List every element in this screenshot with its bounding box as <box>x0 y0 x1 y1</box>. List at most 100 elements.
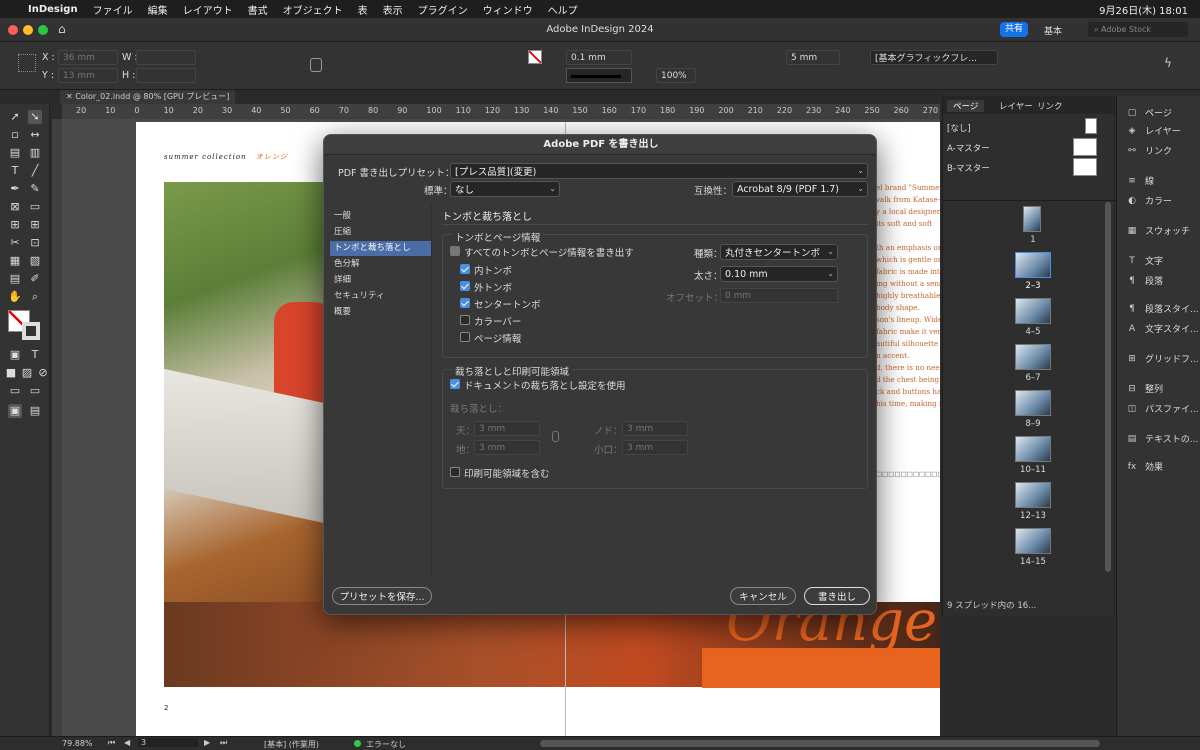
category-item[interactable]: 色分解 <box>330 257 431 272</box>
panel-swatches[interactable]: ▦ スウォッチ <box>1125 224 1190 238</box>
menu-window[interactable]: ウィンドウ <box>483 2 533 17</box>
category-item[interactable]: 一般 <box>330 209 431 224</box>
compat-select[interactable]: Acrobat 8/9 (PDF 1.7) ⌄ <box>732 181 868 197</box>
page-thumbnail[interactable] <box>1023 206 1041 232</box>
formatting-container-icon[interactable]: ▣ <box>8 348 22 362</box>
note-tool-icon[interactable]: ▤ <box>8 272 22 286</box>
panel-layers[interactable]: ◈ レイヤー <box>1125 124 1181 138</box>
menu-view[interactable]: 表示 <box>383 2 403 17</box>
pencil-tool-icon[interactable]: ✎ <box>28 182 42 196</box>
y-field[interactable]: 13 mm <box>58 68 118 83</box>
constrain-proportions-icon[interactable] <box>310 58 322 72</box>
last-page-icon[interactable]: ⏭ <box>220 738 227 748</box>
zoom-level[interactable]: 79.88% <box>62 739 93 748</box>
cancel-button[interactable]: キャンセル <box>730 587 796 605</box>
crop-marks-checkbox[interactable] <box>460 264 470 275</box>
menu-help[interactable]: ヘルプ <box>548 2 578 17</box>
menu-plugins[interactable]: プラグイン <box>418 2 468 17</box>
zoom-tool-icon[interactable]: ⌕ <box>28 290 42 304</box>
stroke-type-select[interactable] <box>566 68 632 83</box>
preflight-status[interactable]: エラーなし <box>366 739 406 750</box>
weight-select[interactable]: 0.10 mm ⌄ <box>720 266 838 282</box>
page-thumbnail[interactable] <box>1015 298 1051 324</box>
page-thumbnail[interactable] <box>1015 344 1051 370</box>
lightning-icon[interactable]: ϟ <box>1164 56 1172 70</box>
menu-edit[interactable]: 編集 <box>148 2 168 17</box>
x-field[interactable]: 36 mm <box>58 50 118 65</box>
line-tool-icon[interactable]: ╱ <box>28 164 42 178</box>
gradient-swatch-tool-icon[interactable]: ▦ <box>8 254 22 268</box>
object-style-select[interactable]: [基本グラフィックフレ... <box>870 50 998 65</box>
offset-field[interactable]: 0 mm <box>720 288 838 303</box>
inside-field[interactable]: 3 mm <box>622 421 688 436</box>
direct-selection-tool-icon[interactable]: ➘ <box>28 110 42 124</box>
formatting-text-icon[interactable]: T <box>28 348 42 362</box>
view-options-icon[interactable]: ▤ <box>28 404 42 418</box>
pages-scrollbar[interactable] <box>1105 202 1111 572</box>
w-field[interactable] <box>136 50 196 65</box>
panel-character[interactable]: T 文字 <box>1125 254 1163 268</box>
prev-page-icon[interactable]: ◀ <box>124 738 130 747</box>
menu-file[interactable]: ファイル <box>93 2 133 17</box>
panel-paragraph[interactable]: ¶ 段落 <box>1125 274 1163 288</box>
menu-object[interactable]: オブジェクト <box>283 2 343 17</box>
panel-align[interactable]: ⊟ 整列 <box>1125 382 1163 396</box>
selection-tool-icon[interactable]: ➚ <box>8 110 22 124</box>
page-thumbnail[interactable] <box>1015 528 1051 554</box>
rectangle-frame-tool-icon[interactable]: ⊠ <box>8 200 22 214</box>
vertical-ruler[interactable] <box>52 119 62 736</box>
panel-stroke[interactable]: ≡ 線 <box>1125 174 1154 188</box>
normal-view-icon[interactable]: ▭ <box>8 384 22 398</box>
content-collector-icon[interactable]: ▤ <box>8 146 22 160</box>
opacity-field[interactable]: 100% <box>656 68 696 83</box>
menu-table[interactable]: 表 <box>358 2 368 17</box>
grid-tool-icon[interactable]: ⊞ <box>28 218 42 232</box>
include-slug-checkbox[interactable] <box>450 467 460 478</box>
stroke-swatch[interactable] <box>528 50 542 64</box>
pen-tool-icon[interactable]: ✒ <box>8 182 22 196</box>
use-doc-bleed-checkbox[interactable] <box>450 379 460 390</box>
type-tool-icon[interactable]: T <box>8 164 22 178</box>
next-page-icon[interactable]: ▶ <box>204 738 210 747</box>
outside-field[interactable]: 3 mm <box>622 440 688 455</box>
stroke-weight-field[interactable]: 0.1 mm <box>566 50 632 65</box>
panel-links[interactable]: ⚯ リンク <box>1125 144 1172 158</box>
panel-grid-formats[interactable]: ⊞ グリッドフ... <box>1125 352 1198 366</box>
export-button[interactable]: 書き出し <box>804 587 870 605</box>
horizontal-scrollbar[interactable] <box>540 740 1100 747</box>
menu-type[interactable]: 書式 <box>248 2 268 17</box>
category-item[interactable]: 詳細 <box>330 273 431 288</box>
outer-marks-checkbox[interactable] <box>460 281 470 292</box>
apply-none-icon[interactable]: ⊘ <box>36 366 50 380</box>
document-tab[interactable]: ✕ Color_02.indd @ 80% [GPU プレビュー] <box>60 90 236 104</box>
panel-pathfinder[interactable]: ◫ パスファイ... <box>1125 402 1199 416</box>
table-tool-icon[interactable]: ⊞ <box>8 218 22 232</box>
page-thumbnail[interactable] <box>1015 252 1051 278</box>
page-thumbnail[interactable] <box>1015 436 1051 462</box>
master-a[interactable]: A-マスター <box>947 142 990 154</box>
page-tool-icon[interactable]: ▫ <box>8 128 22 142</box>
gradient-feather-tool-icon[interactable]: ▧ <box>28 254 42 268</box>
category-item[interactable]: セキュリティ <box>330 289 431 304</box>
tab-layers[interactable]: レイヤー <box>999 100 1033 112</box>
center-marks-checkbox[interactable] <box>460 298 470 309</box>
preflight-profile[interactable]: [基本] (作業用) <box>264 739 319 750</box>
all-marks-checkbox[interactable] <box>450 246 460 257</box>
color-bars-checkbox[interactable] <box>460 315 470 326</box>
free-transform-tool-icon[interactable]: ⊡ <box>28 236 42 250</box>
stock-search[interactable]: ⌕ Adobe Stock <box>1088 22 1188 37</box>
screen-mode-icon[interactable]: ▭ <box>28 384 42 398</box>
panel-color[interactable]: ◐ カラー <box>1125 194 1172 208</box>
stroke-swatch-tool[interactable] <box>22 322 40 340</box>
master-none[interactable]: [なし] <box>947 122 971 134</box>
tab-links[interactable]: リンク <box>1037 100 1063 112</box>
master-b[interactable]: B-マスター <box>947 162 990 174</box>
save-preset-button[interactable]: プリセットを保存... <box>332 587 432 605</box>
preview-mode-icon[interactable]: ▣ <box>8 404 22 418</box>
hand-tool-icon[interactable]: ✋ <box>8 290 22 304</box>
category-item[interactable]: 圧縮 <box>330 225 431 240</box>
page-info-checkbox[interactable] <box>460 332 470 343</box>
panel-effects[interactable]: fx 効果 <box>1125 460 1163 474</box>
eyedropper-tool-icon[interactable]: ✐ <box>28 272 42 286</box>
scissors-tool-icon[interactable]: ✂ <box>8 236 22 250</box>
